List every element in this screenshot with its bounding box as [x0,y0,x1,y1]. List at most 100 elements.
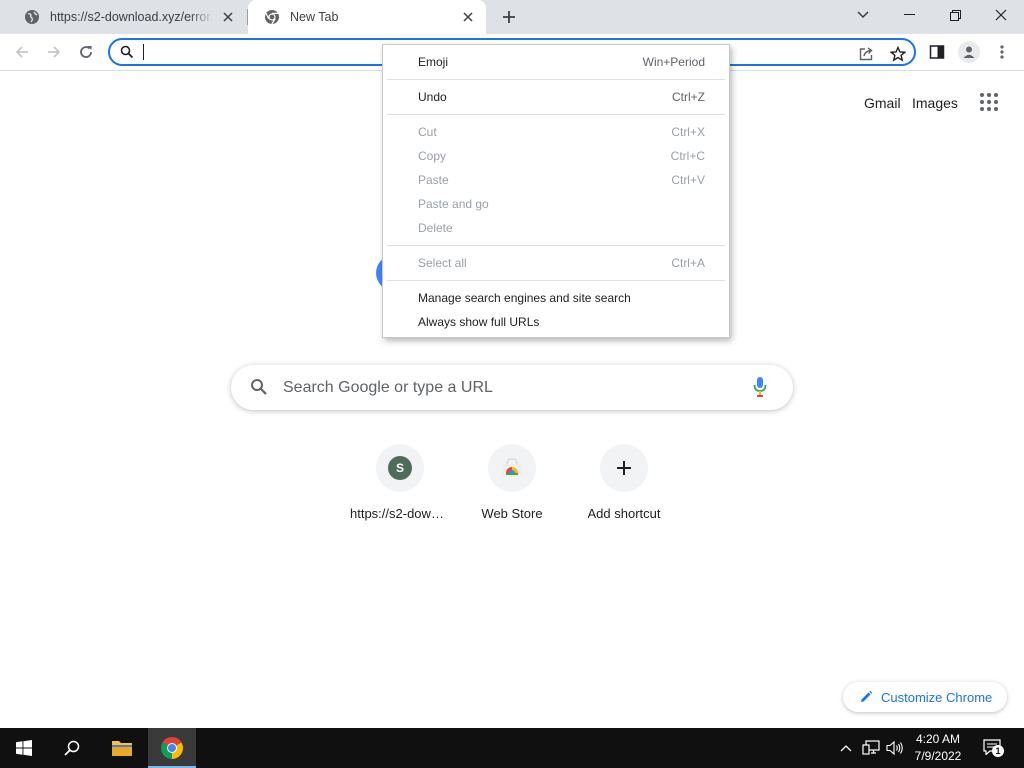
kebab-menu-icon [1000,45,1004,59]
restore-button[interactable] [932,0,978,30]
menu-item-shortcut: Ctrl+A [671,256,705,270]
clock-date: 7/9/2022 [914,749,962,763]
menu-item-delete[interactable]: Delete [383,216,729,240]
globe-icon [24,9,40,25]
minimize-icon [903,14,915,15]
volume-button[interactable] [884,728,906,768]
back-arrow-icon [15,46,28,58]
menu-item-label: Paste [418,173,449,187]
site-avatar-icon: S [388,456,412,480]
taskbar-search-button[interactable] [48,728,96,768]
reload-icon [80,46,92,58]
tab-title: New Tab [290,10,339,24]
close-icon [995,9,1007,21]
taskbar-clock[interactable]: 4:20 AM 7/9/2022 [905,731,971,765]
shortcut-icon: S [376,444,424,492]
notification-icon: 1 [983,739,1004,757]
customize-chrome-button[interactable]: Customize Chrome [843,682,1007,712]
close-window-button[interactable] [978,0,1024,30]
avatar-icon [958,41,980,63]
menu-item-label: Manage search engines and site search [418,291,631,305]
chrome-menu-button[interactable] [988,38,1016,66]
menu-item-select-all[interactable]: Select all Ctrl+A [383,251,729,275]
menu-item-undo[interactable]: Undo Ctrl+Z [383,85,729,109]
search-icon [250,378,268,401]
gmail-link[interactable]: Gmail [864,95,901,111]
plus-icon [503,11,515,23]
ntp-search-input[interactable] [283,377,733,399]
chrome-icon [264,9,280,25]
tab-title: https://s2-download.xyz/error.html [50,10,214,24]
google-apps-icon[interactable] [980,93,1000,113]
ntp-search-box[interactable] [231,365,793,410]
menu-item-paste[interactable]: Paste Ctrl+V [383,168,729,192]
menu-item-shortcut: Ctrl+X [671,125,705,139]
shortcut-tile[interactable]: Web Store [456,444,568,521]
shortcut-label: Web Store [481,506,543,521]
folder-icon [112,741,132,756]
minimize-button[interactable] [886,0,932,30]
menu-separator [387,245,725,246]
menu-item-shortcut: Win+Period [642,55,705,69]
chrome-icon [161,737,183,759]
close-tab-icon[interactable] [460,9,476,25]
menu-item-label: Copy [418,149,447,163]
menu-item-label: Delete [418,221,453,235]
profile-button[interactable] [955,38,983,66]
menu-item-emoji[interactable]: Emoji Win+Period [383,50,729,74]
menu-item-always-show-full-urls[interactable]: Always show full URLs [383,310,729,334]
add-shortcut-tile[interactable]: Add shortcut [568,444,680,521]
search-icon [120,45,134,64]
start-button[interactable] [0,728,48,768]
images-link[interactable]: Images [912,95,958,111]
windows-logo-icon [16,740,32,756]
bookmark-star-icon[interactable] [888,44,908,64]
menu-item-cut[interactable]: Cut Ctrl+X [383,120,729,144]
tab-error-page[interactable]: https://s2-download.xyz/error.html [8,0,246,34]
search-icon [64,740,80,756]
menu-item-manage-search-engines[interactable]: Manage search engines and site search [383,286,729,310]
forward-arrow-icon [48,46,61,58]
menu-item-shortcut: Ctrl+V [671,173,705,187]
action-center-button[interactable]: 1 [978,728,1008,768]
tab-new-tab[interactable]: New Tab [248,0,486,34]
side-panel-button[interactable] [923,38,951,66]
menu-item-copy[interactable]: Copy Ctrl+C [383,144,729,168]
plus-icon [600,444,648,492]
shortcut-tile[interactable]: S https://s2-download.xyz/ [344,444,456,521]
forward-button[interactable] [40,38,68,66]
chrome-taskbar-button[interactable] [148,728,196,768]
tab-strip: https://s2-download.xyz/error.html New T… [0,0,1024,34]
menu-item-label: Select all [418,256,467,270]
context-menu: Emoji Win+Period Undo Ctrl+Z Cut Ctrl+X … [382,44,730,338]
menu-item-label: Undo [418,90,447,104]
pencil-icon [859,690,873,704]
microphone-icon[interactable] [753,376,767,403]
close-tab-icon[interactable] [220,9,236,25]
show-hidden-icons-button[interactable] [836,728,856,768]
file-explorer-button[interactable] [98,728,146,768]
customize-chrome-label: Customize Chrome [881,689,993,705]
menu-item-label: Paste and go [418,197,489,211]
notification-badge: 1 [992,745,1004,757]
side-panel-icon [929,45,945,59]
shortcut-label: https://s2-download.xyz/ [350,506,450,521]
menu-item-label: Cut [418,125,437,139]
menu-item-shortcut: Ctrl+Z [672,90,705,104]
network-button[interactable] [860,728,882,768]
menu-item-paste-and-go[interactable]: Paste and go [383,192,729,216]
clock-time: 4:20 AM [915,732,961,746]
menu-separator [387,79,725,80]
shortcut-label: Add shortcut [587,506,661,521]
chevron-up-icon [840,745,852,752]
chevron-down-icon [857,11,869,19]
menu-separator [387,280,725,281]
menu-item-label: Always show full URLs [418,315,540,329]
reload-button[interactable] [72,38,100,66]
back-button[interactable] [8,38,36,66]
new-tab-button[interactable] [498,6,520,28]
tab-search-button[interactable] [840,0,886,30]
network-icon [862,740,880,755]
share-icon[interactable] [856,44,876,64]
restore-icon [949,9,961,21]
